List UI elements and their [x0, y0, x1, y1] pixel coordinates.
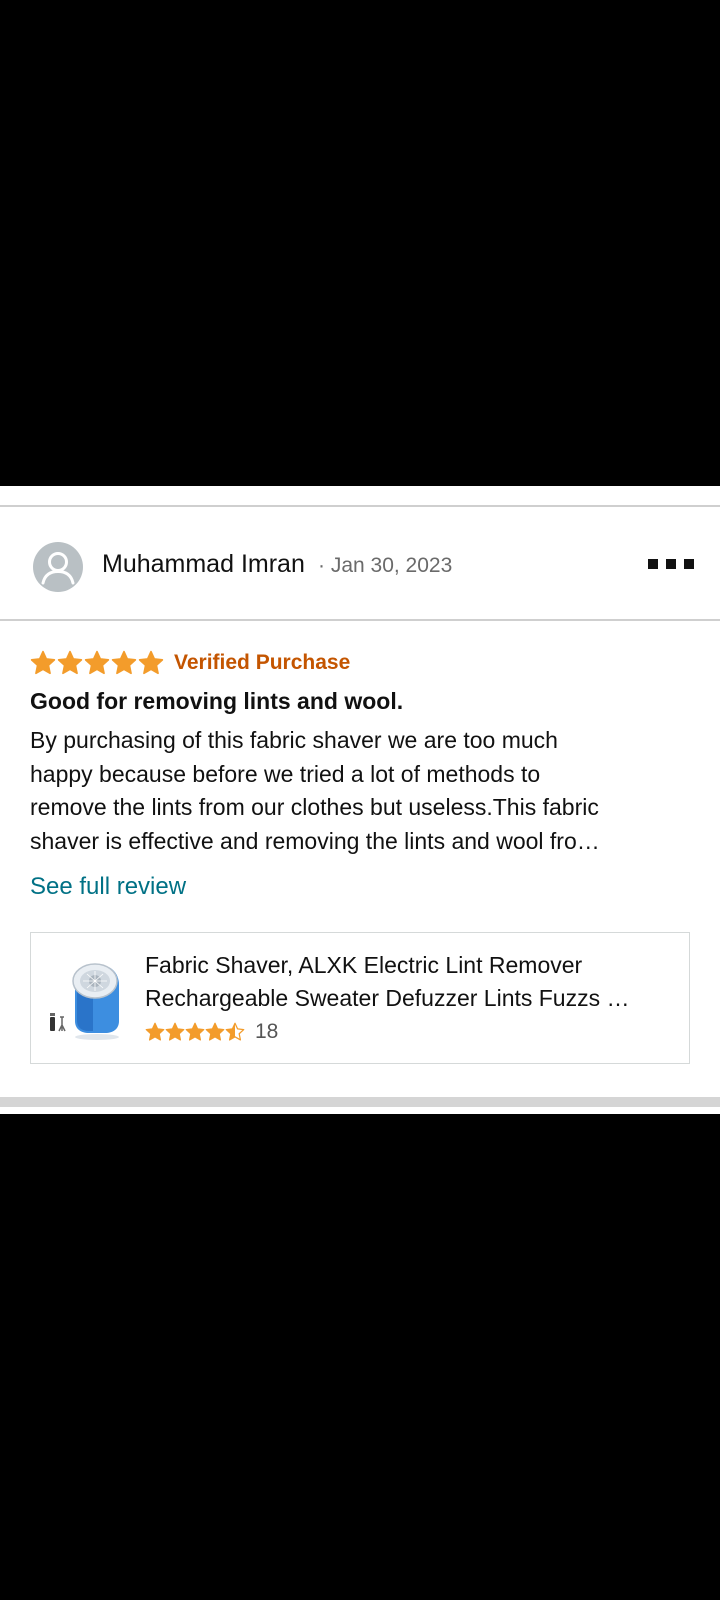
review-date: · Jan 30, 2023	[318, 554, 453, 577]
person-icon	[41, 552, 75, 585]
star-icon	[165, 1022, 185, 1041]
reviewer-header: Muhammad Imran · Jan 30, 2023	[0, 507, 720, 619]
review-rating: Verified Purchase	[30, 648, 350, 678]
rating-count[interactable]: 18	[255, 1020, 278, 1044]
product-card[interactable]: Fabric Shaver, ALXK Electric Lint Remove…	[30, 932, 690, 1064]
reviewer-name[interactable]: Muhammad Imran	[102, 547, 305, 581]
star-icon	[84, 650, 110, 675]
review-body: By purchasing of this fabric shaver we a…	[30, 724, 690, 858]
star-icon	[57, 650, 83, 675]
product-rating: 18	[145, 1017, 278, 1047]
star-icon	[138, 650, 164, 675]
review-body-line: happy because before we tried a lot of m…	[30, 760, 541, 787]
section-separator	[0, 1097, 720, 1107]
more-options-icon[interactable]	[648, 553, 694, 575]
review-body-line: remove the lints from our clothes but us…	[30, 794, 599, 820]
star-icon	[111, 650, 137, 675]
review-body-line: By purchasing of this fabric shaver we a…	[30, 727, 558, 753]
avatar[interactable]	[33, 542, 83, 592]
review-body-line: shaver is effective and removing the lin…	[30, 827, 600, 854]
star-icon	[185, 1022, 205, 1041]
star-icon	[30, 650, 56, 675]
product-title-line: Rechargeable Sweater Defuzzer Lints Fuzz…	[145, 985, 630, 1011]
star-icon	[225, 1022, 245, 1041]
product-title-line: Fabric Shaver, ALXK Electric Lint Remove…	[145, 952, 583, 978]
star-icon	[145, 1022, 165, 1041]
star-rating	[30, 650, 165, 676]
product-title[interactable]: Fabric Shaver, ALXK Electric Lint Remove…	[145, 949, 677, 1015]
star-icon	[205, 1022, 225, 1041]
review-card: Muhammad Imran · Jan 30, 2023 Verified P…	[0, 486, 720, 1114]
verified-purchase-badge: Verified Purchase	[174, 651, 351, 674]
review-title: Good for removing lints and wool.	[30, 688, 404, 714]
product-image[interactable]	[47, 959, 127, 1043]
divider	[0, 619, 720, 621]
see-full-review-link[interactable]: See full review	[30, 870, 186, 904]
star-rating	[145, 1022, 245, 1042]
